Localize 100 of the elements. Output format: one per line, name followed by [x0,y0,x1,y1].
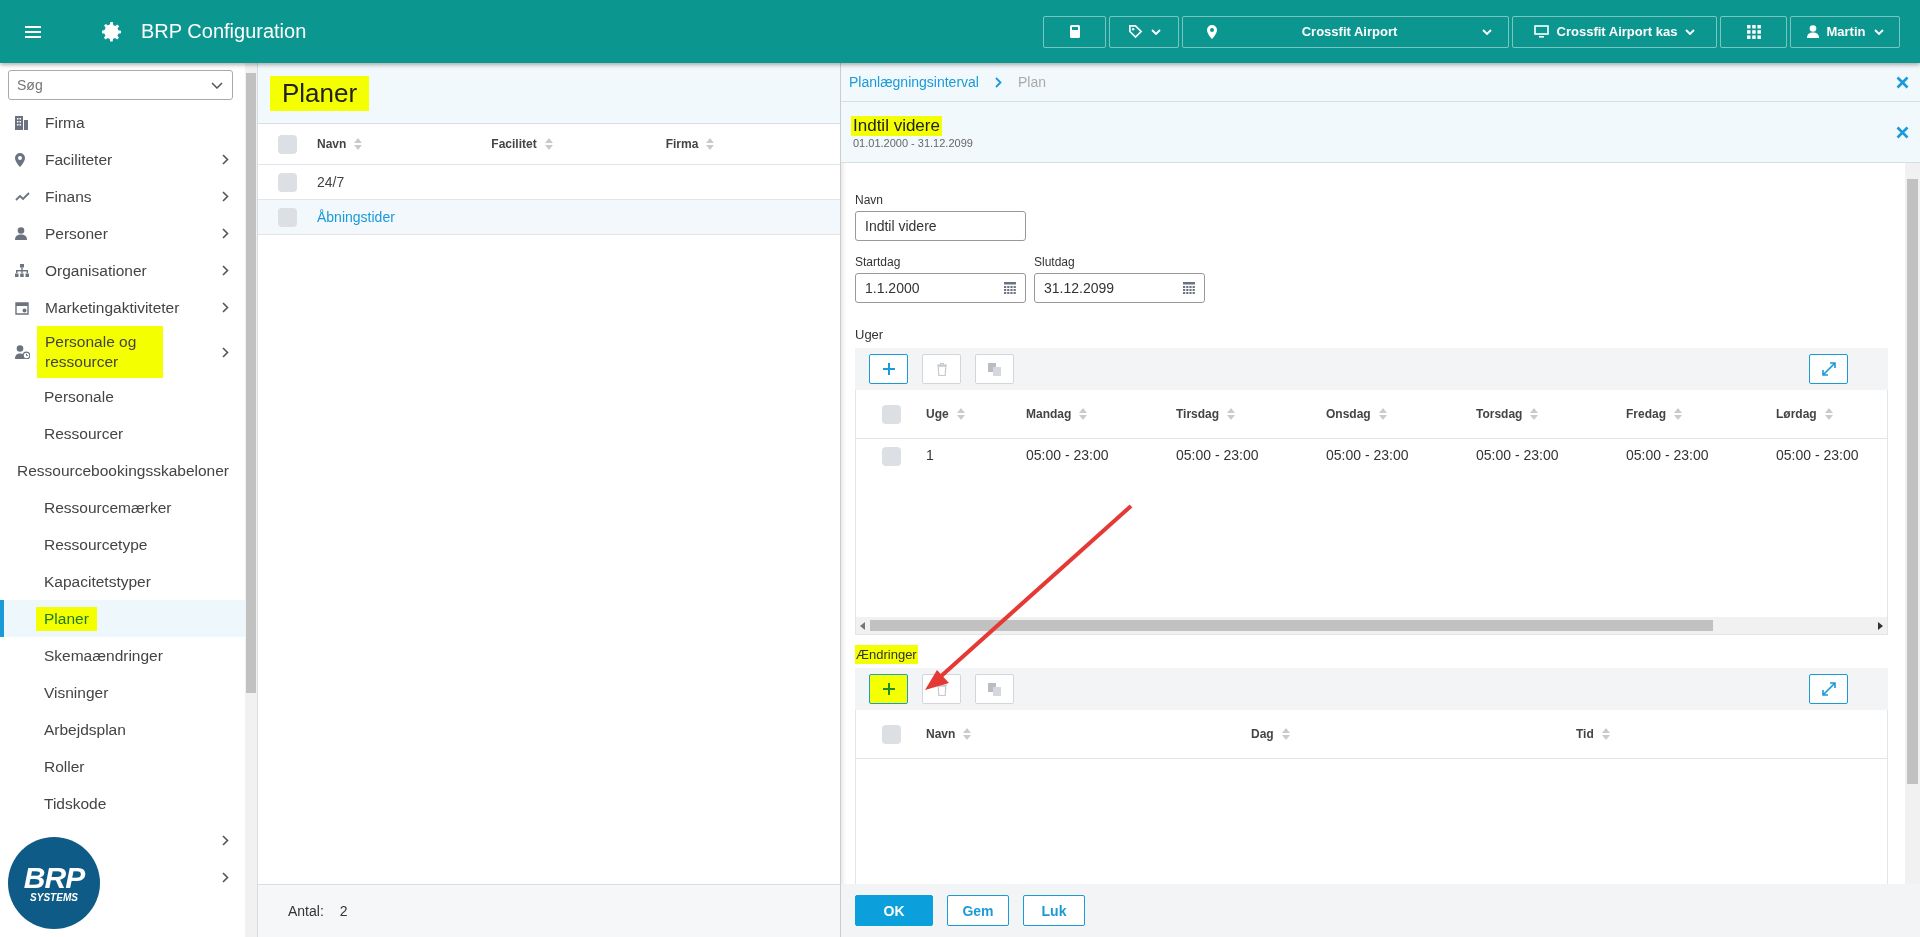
copy-icon [987,362,1002,376]
scroll-left-icon[interactable] [860,621,866,630]
caret-icon [211,82,223,89]
plus-icon [882,683,895,695]
column-header[interactable]: Facilitet [491,137,666,151]
tag-icon [1127,24,1143,39]
sidebar-item[interactable]: Firma [0,104,245,141]
trend-line-icon [15,192,30,201]
workstation-dropdown[interactable]: Crossfit Airport kas [1512,15,1717,48]
user-menu-button[interactable]: Martin [1790,15,1900,48]
nav-label: Personale [44,386,115,407]
sort-icon [1601,728,1610,740]
sidebar-item[interactable]: Visninger [0,674,245,711]
date-field[interactable]: 31.12.2099 [1034,273,1205,303]
sidebar-item[interactable]: Personer [0,215,245,252]
sort-icon [1824,408,1833,420]
caret-icon [1482,28,1492,35]
column-header[interactable]: Onsdag [1326,407,1476,421]
pin-icon [15,152,25,167]
sort-icon [1530,408,1539,420]
expand-button[interactable] [1809,674,1848,704]
location-dropdown[interactable]: Crossfit Airport [1182,15,1509,48]
nav-label: Tidskode [44,793,108,814]
sidebar-item[interactable]: Kapacitetstyper [0,563,245,600]
column-header[interactable]: Uge [926,407,1026,421]
column-header[interactable]: Tid [1576,727,1887,741]
horizontal-scrollbar[interactable] [856,617,1887,634]
sidebar-item[interactable]: Ressourcer [0,415,245,452]
copy-icon [987,682,1002,696]
table-cell-text: 05:00 - 23:00 [1026,447,1110,463]
checkbox[interactable] [278,172,297,192]
sort-icon [956,408,965,420]
expand-button[interactable] [1809,354,1848,384]
nav-label: Faciliteter [45,149,114,170]
sidebar-item[interactable]: Personale [0,378,245,415]
sidebar-item[interactable]: Skemaændringer [0,637,245,674]
building-icon [15,115,28,130]
sidebar-item[interactable]: Ressourcemærker [0,489,245,526]
trash-icon [936,362,947,376]
column-header[interactable]: Navn [926,727,1251,741]
menu-icon[interactable] [25,24,41,39]
scrollbar[interactable] [245,63,257,937]
column-header[interactable]: Tirsdag [1176,407,1326,421]
sidebar-item[interactable]: Marketingaktiviteter [0,289,245,326]
caret-icon [1685,28,1696,35]
nav-label: Skemaændringer [44,645,164,666]
tag-menu-button[interactable] [1109,15,1179,48]
sidebar-item[interactable]: Personale og ressourcer [0,326,245,378]
count-label: Antal: [288,903,324,919]
chevron-right-icon [994,76,1002,88]
close-icon[interactable] [1896,125,1909,139]
sidebar-item[interactable]: Arbejdsplan [0,711,245,748]
sidebar-item[interactable]: Planer [0,600,245,637]
sidebar-item[interactable]: Roller [0,748,245,785]
gear-icon [100,19,124,44]
table-cell: Åbningstider [317,209,395,225]
scroll-right-icon[interactable] [1877,621,1883,630]
logo-text: BRP [23,863,85,892]
scrollbar[interactable] [1905,163,1920,884]
sort-icon [1079,408,1088,420]
checkbox[interactable] [881,724,901,744]
sidebar-item[interactable]: Organisationer [0,252,245,289]
checkbox[interactable] [881,404,901,424]
trash-icon [936,682,947,696]
search-field[interactable]: Søg [8,70,233,100]
calculator-icon [1069,25,1080,38]
field-label: Navn [855,193,884,207]
date-range: 01.01.2000 - 31.12.2099 [852,136,973,149]
nav-label: Finans [45,186,93,207]
sort-icon [1281,728,1290,740]
checkbox[interactable] [278,134,297,154]
checkbox[interactable] [881,447,901,466]
sidebar-item[interactable]: Ressourcebookingsskabeloner [0,452,245,489]
apps-button[interactable] [1720,15,1787,48]
field-label: Slutdag [1034,255,1076,269]
column-header[interactable]: Navn [317,137,492,151]
add-button[interactable] [869,674,908,704]
column-header[interactable]: Lørdag [1776,407,1887,421]
checkbox[interactable] [278,207,297,227]
nav-label: Planer [36,606,97,631]
person-clock-icon [15,345,30,359]
sidebar-item[interactable]: Tidskode [0,785,245,822]
close-icon[interactable] [1896,75,1909,89]
column-header[interactable]: Torsdag [1476,407,1626,421]
nav-label: Visninger [44,682,110,703]
column-header[interactable]: Firma [665,137,840,151]
column-header[interactable]: Fredag [1626,407,1776,421]
nav-label: Ressourcemærker [44,497,173,518]
nav-label: Ressourcebookingsskabeloner [17,460,229,481]
calculator-button[interactable] [1043,15,1106,48]
app-title: BRP Configuration [141,20,307,43]
sidebar-item[interactable]: Finans [0,178,245,215]
sidebar-item[interactable]: Faciliteter [0,141,245,178]
name-field[interactable]: Indtil videre [855,211,1026,241]
column-header[interactable]: Dag [1251,727,1576,741]
add-button[interactable] [869,354,908,384]
column-header[interactable]: Mandag [1026,407,1176,421]
table-cell-text: 1 [926,447,935,463]
sidebar-item[interactable]: Ressourcetype [0,526,245,563]
date-field[interactable]: 1.1.2000 [855,273,1026,303]
